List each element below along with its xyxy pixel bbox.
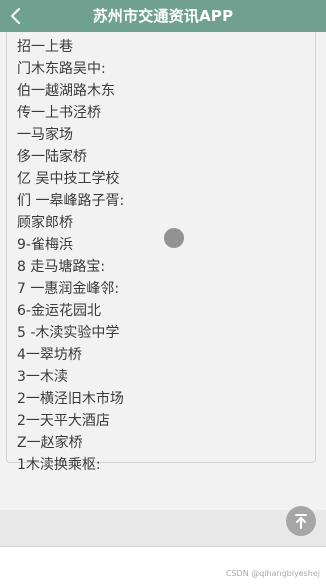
main-content: 招一上巷 门木东路吴中: 伯一越湖路木东 传一上书泾桥 一马家场 侈一陆家桥 亿… — [0, 32, 326, 510]
page-title: 苏州市交通资讯APP — [92, 7, 234, 25]
app-header: 苏州市交通资讯APP — [0, 0, 326, 32]
bottom-area — [0, 547, 326, 588]
stop-item: Z一赵家桥 — [17, 435, 83, 451]
stop-item: 传一上书泾桥 — [17, 105, 101, 121]
stop-item: 侈一陆家桥 — [17, 149, 87, 165]
stop-item: 招一上巷 — [17, 39, 73, 55]
arrow-up-to-top-icon — [294, 513, 308, 529]
stop-item: 一马家场 — [17, 127, 73, 143]
stop-item: 7 一惠润金峰邻: — [17, 281, 120, 297]
stop-item: 8 走马塘路宝: — [17, 259, 106, 275]
back-to-top-button[interactable] — [286, 506, 316, 536]
stop-item: 3一木渎 — [17, 369, 68, 385]
stop-item: 1木渎换乘枢: — [17, 457, 101, 473]
bottom-toolbar — [0, 510, 326, 547]
touch-indicator — [164, 228, 184, 248]
stop-item: 伯一越湖路木东 — [17, 83, 115, 99]
stop-list-card: 招一上巷 门木东路吴中: 伯一越湖路木东 传一上书泾桥 一马家场 侈一陆家桥 亿… — [6, 32, 316, 473]
watermark: CSDN @qihangbiyeshej — [225, 569, 320, 578]
stop-item: 亿 吴中技工学校 — [17, 171, 120, 187]
stop-item: 5 -木渎实验中学 — [17, 325, 120, 341]
stop-list: 招一上巷 门木东路吴中: 伯一越湖路木东 传一上书泾桥 一马家场 侈一陆家桥 亿… — [7, 32, 315, 476]
stop-item: 们 一皋峰路子胥: — [17, 193, 125, 209]
stop-item: 6-金运花园北 — [17, 303, 101, 319]
stop-item: 2一横泾旧木市场 — [17, 391, 124, 407]
stop-item: 门木东路吴中: — [17, 61, 106, 77]
stop-item: 2一天平大酒店 — [17, 413, 110, 429]
stop-item: 4一翠坊桥 — [17, 347, 82, 363]
